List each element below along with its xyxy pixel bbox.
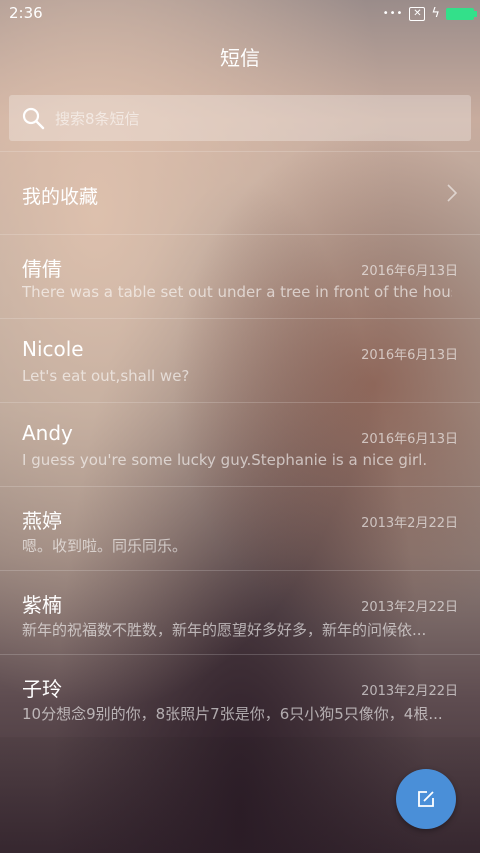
message-date: 2013年2月22日 xyxy=(361,600,458,615)
favorites-label: 我的收藏 xyxy=(22,186,99,208)
conversation-row[interactable]: 紫楠 2013年2月22日 新年的祝福数不胜数，新年的愿望好多好多，新年的问候依… xyxy=(0,570,480,654)
battery-icon xyxy=(446,7,477,20)
message-date: 2016年6月13日 xyxy=(361,348,458,363)
contact-name: Nicole xyxy=(22,337,84,361)
contact-name: 倩倩 xyxy=(22,257,62,281)
conversation-row[interactable]: Andy 2016年6月13日 I guess you're some luck… xyxy=(0,402,480,486)
message-preview: 嗯。收到啦。同乐同乐。 xyxy=(22,537,188,555)
message-preview: 10分想念9别的你，8张照片7张是你，6只小狗5只像你，4根... xyxy=(22,705,443,723)
message-date: 2013年2月22日 xyxy=(361,684,458,699)
contact-name: 燕婷 xyxy=(22,509,62,533)
status-bar: 2:36 ••• ✕ ϟ xyxy=(0,0,480,28)
status-icons: ••• ✕ ϟ xyxy=(382,6,477,21)
contact-name: 紫楠 xyxy=(22,593,62,617)
search-input[interactable]: 搜索8条短信 xyxy=(9,95,471,141)
compose-button[interactable] xyxy=(396,769,456,829)
favorites-row[interactable]: 我的收藏 xyxy=(0,152,480,234)
sim-card-x-icon: ✕ xyxy=(409,6,426,21)
message-date: 2013年2月22日 xyxy=(361,516,458,531)
status-time: 2:36 xyxy=(9,4,43,22)
conversation-row[interactable]: 燕婷 2013年2月22日 嗯。收到啦。同乐同乐。 xyxy=(0,486,480,570)
conversation-row[interactable]: 倩倩 2016年6月13日 There was a table set out … xyxy=(0,234,480,318)
conversation-row[interactable]: Nicole 2016年6月13日 Let's eat out,shall we… xyxy=(0,318,480,402)
compose-icon xyxy=(418,791,434,807)
page-title: 短信 xyxy=(220,46,260,70)
message-date: 2016年6月13日 xyxy=(361,264,458,279)
contact-name: 子玲 xyxy=(22,677,62,701)
chevron-right-icon xyxy=(447,184,458,202)
message-preview: Let's eat out,shall we? xyxy=(22,367,190,385)
message-preview: I guess you're some lucky guy.Stephanie … xyxy=(22,451,428,469)
signal-icon: ••• xyxy=(382,8,404,19)
message-date: 2016年6月13日 xyxy=(361,432,458,447)
search-placeholder: 搜索8条短信 xyxy=(55,110,140,128)
conversation-list: 倩倩 2016年6月13日 There was a table set out … xyxy=(0,234,480,738)
message-preview: 新年的祝福数不胜数，新年的愿望好多好多，新年的问候依... xyxy=(22,621,427,639)
conversation-row[interactable]: 子玲 2013年2月22日 10分想念9别的你，8张照片7张是你，6只小狗5只像… xyxy=(0,654,480,738)
contact-name: Andy xyxy=(22,421,73,445)
charging-icon: ϟ xyxy=(431,6,440,21)
message-preview: There was a table set out under a tree i… xyxy=(22,283,452,301)
search-icon xyxy=(22,107,45,130)
